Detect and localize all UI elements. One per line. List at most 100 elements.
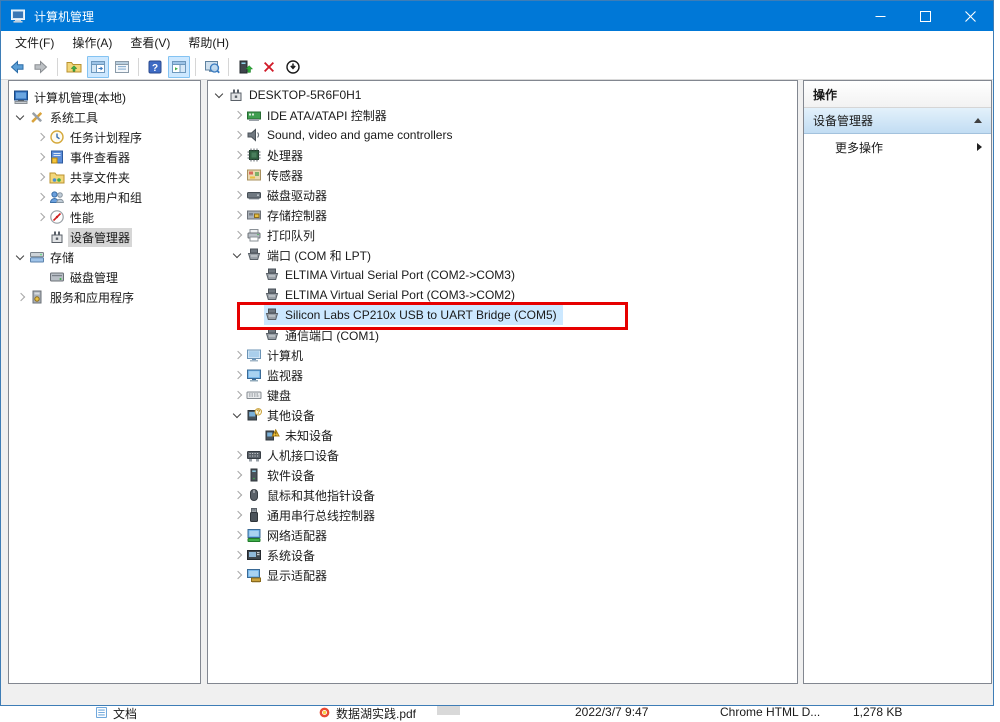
menu-item-2[interactable]: 查看(V) — [121, 31, 179, 54]
help-button[interactable]: ? — [144, 56, 166, 78]
device-tree-item[interactable]: 未知设备 — [208, 425, 797, 445]
menu-item-0[interactable]: 文件(F) — [6, 31, 63, 54]
console-tree: 计算机管理(本地)系统工具任务计划程序事件查看器共享文件夹本地用户和组性能设备管… — [9, 81, 200, 307]
device-tree-item[interactable]: 网络适配器 — [208, 525, 797, 545]
tree-item-label: 任务计划程序 — [68, 128, 144, 147]
device-tree-item[interactable]: 鼠标和其他指针设备 — [208, 485, 797, 505]
device-tree-item[interactable]: 系统设备 — [208, 545, 797, 565]
device-tree-item[interactable]: Sound, video and game controllers — [208, 125, 797, 145]
console-tree-item[interactable]: 存储 — [9, 247, 200, 267]
device-tree-item[interactable]: IDE ATA/ATAPI 控制器 — [208, 105, 797, 125]
chevron-expanded-icon[interactable] — [230, 405, 246, 425]
maximize-button[interactable] — [903, 1, 948, 31]
show-console-tree-button[interactable] — [87, 56, 109, 78]
chevron-expanded-icon[interactable] — [13, 247, 29, 267]
chevron-collapsed-icon[interactable] — [230, 545, 246, 565]
device-tree-item[interactable]: 磁盘驱动器 — [208, 185, 797, 205]
device-tree-item[interactable]: 通信端口 (COM1) — [208, 325, 797, 345]
chevron-collapsed-icon[interactable] — [230, 225, 246, 245]
console-tree-item[interactable]: 服务和应用程序 — [9, 287, 200, 307]
chevron-collapsed-icon[interactable] — [230, 445, 246, 465]
console-tree-item[interactable]: 设备管理器 — [9, 227, 200, 247]
chevron-collapsed-icon[interactable] — [230, 185, 246, 205]
chevron-collapsed-icon[interactable] — [230, 125, 246, 145]
chevron-collapsed-icon[interactable] — [230, 485, 246, 505]
device-tree-item[interactable]: 软件设备 — [208, 465, 797, 485]
actions-section-label: 设备管理器 — [813, 112, 873, 129]
minimize-button[interactable] — [858, 1, 903, 31]
tree-item-label: 处理器 — [265, 146, 305, 165]
device-tree-item[interactable]: 打印队列 — [208, 225, 797, 245]
console-tree-item[interactable]: 磁盘管理 — [9, 267, 200, 287]
device-tree-item[interactable]: 端口 (COM 和 LPT) — [208, 245, 797, 265]
disable-device-button[interactable] — [282, 56, 304, 78]
chevron-collapsed-icon[interactable] — [33, 187, 49, 207]
console-tree-item[interactable]: 系统工具 — [9, 107, 200, 127]
maximize-icon — [920, 11, 931, 22]
device-tree-item[interactable]: ELTIMA Virtual Serial Port (COM2->COM3) — [208, 265, 797, 285]
device-tree-item[interactable]: 显示适配器 — [208, 565, 797, 585]
console-tree-item[interactable]: 性能 — [9, 207, 200, 227]
tree-item-label: 网络适配器 — [265, 526, 329, 545]
menu-item-1[interactable]: 操作(A) — [63, 31, 121, 54]
console-tree-item[interactable]: 事件查看器 — [9, 147, 200, 167]
device-tree-item[interactable]: Silicon Labs CP210x USB to UART Bridge (… — [208, 305, 797, 325]
device-tree-item[interactable]: ELTIMA Virtual Serial Port (COM3->COM2) — [208, 285, 797, 305]
tree-row-content: 键盘 — [246, 385, 297, 405]
chevron-collapsed-icon[interactable] — [230, 145, 246, 165]
back-button[interactable] — [6, 56, 28, 78]
console-tree-item[interactable]: 任务计划程序 — [9, 127, 200, 147]
device-tree-item[interactable]: 人机接口设备 — [208, 445, 797, 465]
chevron-collapsed-icon[interactable] — [230, 365, 246, 385]
chevron-collapsed-icon[interactable] — [33, 147, 49, 167]
device-tree-item[interactable]: 计算机 — [208, 345, 797, 365]
device-tree-item[interactable]: 存储控制器 — [208, 205, 797, 225]
menu-item-3[interactable]: 帮助(H) — [179, 31, 238, 54]
chevron-collapsed-icon[interactable] — [230, 105, 246, 125]
chevron-expanded-icon[interactable] — [13, 107, 29, 127]
properties-button[interactable] — [111, 56, 133, 78]
device-tree-item[interactable]: 键盘 — [208, 385, 797, 405]
tree-row-content: 设备管理器 — [49, 227, 136, 247]
chevron-collapsed-icon[interactable] — [230, 385, 246, 405]
scan-hardware-button[interactable] — [201, 56, 223, 78]
device-tree-item[interactable]: ?其他设备 — [208, 405, 797, 425]
background-list-item-documents[interactable]: 文档 — [95, 705, 137, 721]
uninstall-device-button[interactable] — [258, 56, 280, 78]
chevron-expanded-icon[interactable] — [230, 245, 246, 265]
chevron-collapsed-icon[interactable] — [33, 207, 49, 227]
chevron-collapsed-icon[interactable] — [230, 505, 246, 525]
chevron-collapsed-icon[interactable] — [33, 127, 49, 147]
forward-button[interactable] — [30, 56, 52, 78]
show-action-pane-button[interactable] — [168, 56, 190, 78]
chevron-collapsed-icon[interactable] — [33, 167, 49, 187]
more-actions-item[interactable]: 更多操作 — [804, 134, 991, 160]
collapse-icon[interactable] — [974, 118, 982, 123]
device-tree-item[interactable]: 监视器 — [208, 365, 797, 385]
close-button[interactable] — [948, 1, 993, 31]
device-tree-item[interactable]: 通用串行总线控制器 — [208, 505, 797, 525]
chevron-collapsed-icon[interactable] — [230, 465, 246, 485]
console-tree-item[interactable]: 本地用户和组 — [9, 187, 200, 207]
actions-section-device-manager[interactable]: 设备管理器 — [804, 108, 991, 134]
device-tree-item[interactable]: 处理器 — [208, 145, 797, 165]
background-item-size: 1,278 KB — [853, 705, 902, 721]
folder-up-button[interactable] — [63, 56, 85, 78]
chevron-collapsed-icon[interactable] — [230, 565, 246, 585]
chevron-expanded-icon[interactable] — [212, 85, 228, 105]
tree-row-content: 通信端口 (COM1) — [264, 325, 385, 345]
device-tree-item[interactable]: DESKTOP-5R6F0H1 — [208, 85, 797, 105]
device-tree-item[interactable]: 传感器 — [208, 165, 797, 185]
chevron-collapsed-icon[interactable] — [230, 525, 246, 545]
console-tree-item[interactable]: 共享文件夹 — [9, 167, 200, 187]
svg-text:?: ? — [152, 63, 158, 74]
tree-item-label: 磁盘管理 — [68, 268, 120, 287]
chevron-collapsed-icon[interactable] — [230, 205, 246, 225]
chevron-collapsed-icon[interactable] — [230, 345, 246, 365]
background-list-item-pdf[interactable]: 数据湖实践.pdf — [318, 705, 416, 721]
chevron-collapsed-icon[interactable] — [230, 165, 246, 185]
console-tree-item[interactable]: 计算机管理(本地) — [9, 87, 200, 107]
update-driver-button[interactable] — [234, 56, 256, 78]
disk-management-icon — [49, 269, 65, 285]
chevron-collapsed-icon[interactable] — [13, 287, 29, 307]
